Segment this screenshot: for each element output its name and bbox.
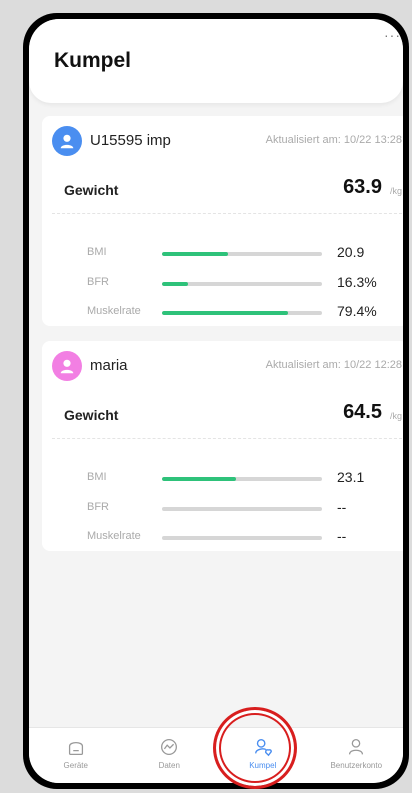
weight-value: 64.5	[343, 401, 382, 423]
page-title: Kumpel	[54, 49, 132, 72]
nav-item-data[interactable]: Daten	[123, 728, 217, 783]
metric-value: 23.1	[337, 469, 365, 485]
friend-card[interactable]: U15595 imp Aktualisiert am: 10/22 13:28 …	[42, 116, 403, 326]
metric-bar-fill	[162, 282, 188, 286]
friend-card-header: maria Aktualisiert am: 10/22 12:28	[52, 351, 402, 381]
nav-label: Benutzerkonto	[330, 761, 383, 770]
metric-bmi: BMI 20.9	[52, 243, 402, 263]
bottom-nav: Geräte Daten Kumpel Benutzerkonto	[29, 727, 403, 783]
weight-value: 63.9	[343, 176, 382, 198]
metric-label: BMI	[87, 246, 107, 258]
updated-timestamp: Aktualisiert am: 10/22 12:28	[265, 359, 402, 371]
friend-name: maria	[90, 357, 128, 374]
metric-bar-track	[162, 507, 322, 511]
person-icon	[60, 134, 74, 149]
more-menu-icon[interactable]: ···	[384, 27, 401, 43]
app-screen: Kumpel ··· U15595 imp Aktualisiert am: 1…	[29, 19, 403, 783]
metric-value: 79.4%	[337, 303, 377, 319]
metric-value: --	[337, 499, 347, 515]
avatar	[52, 351, 82, 381]
metric-muscle-rate: Muskelrate 79.4%	[52, 302, 402, 322]
metric-value: 16.3%	[337, 274, 377, 290]
weight-row: Gewicht 64.5 /kg	[52, 399, 402, 439]
friend-card[interactable]: maria Aktualisiert am: 10/22 12:28 Gewic…	[42, 341, 403, 551]
metric-label: BFR	[87, 501, 109, 513]
nav-label: Daten	[158, 761, 180, 770]
nav-item-devices[interactable]: Geräte	[29, 728, 123, 783]
nav-item-account[interactable]: Benutzerkonto	[310, 728, 404, 783]
header: Kumpel ···	[29, 19, 403, 103]
friend-card-header: U15595 imp Aktualisiert am: 10/22 13:28	[52, 126, 402, 156]
device-icon	[68, 742, 83, 755]
chart-icon	[161, 739, 178, 755]
metric-bfr: BFR --	[52, 498, 402, 518]
user-icon	[349, 739, 364, 755]
metric-bar-fill	[162, 252, 228, 256]
friend-icon	[254, 738, 272, 757]
updated-timestamp: Aktualisiert am: 10/22 13:28	[265, 134, 402, 146]
person-icon	[60, 359, 74, 374]
metric-bfr: BFR 16.3%	[52, 273, 402, 293]
metric-label: Muskelrate	[87, 305, 141, 317]
nav-item-buddies[interactable]: Kumpel	[216, 728, 310, 783]
phone-frame: Kumpel ··· U15595 imp Aktualisiert am: 1…	[23, 13, 409, 789]
avatar	[52, 126, 82, 156]
metric-bar-fill	[162, 311, 289, 315]
weight-unit: /kg	[389, 186, 402, 196]
metric-bar-track	[162, 536, 322, 540]
weight-row: Gewicht 63.9 /kg	[52, 174, 402, 214]
metric-bar-track	[162, 477, 322, 481]
metric-label: BFR	[87, 276, 109, 288]
metric-muscle-rate: Muskelrate --	[52, 527, 402, 547]
metric-value: 20.9	[337, 244, 365, 260]
metric-bar-track	[162, 282, 322, 286]
friend-name: U15595 imp	[90, 132, 171, 149]
nav-label: Kumpel	[249, 761, 277, 770]
weight-label: Gewicht	[64, 407, 119, 423]
metric-bmi: BMI 23.1	[52, 468, 402, 488]
metric-bar-track	[162, 252, 322, 256]
metric-bar-track	[162, 311, 322, 315]
metric-value: --	[337, 528, 347, 544]
metric-label: Muskelrate	[87, 530, 141, 542]
weight-unit: /kg	[389, 411, 402, 421]
weight-label: Gewicht	[64, 182, 119, 198]
nav-label: Geräte	[63, 761, 88, 770]
metric-bar-fill	[162, 477, 236, 481]
metric-label: BMI	[87, 471, 107, 483]
